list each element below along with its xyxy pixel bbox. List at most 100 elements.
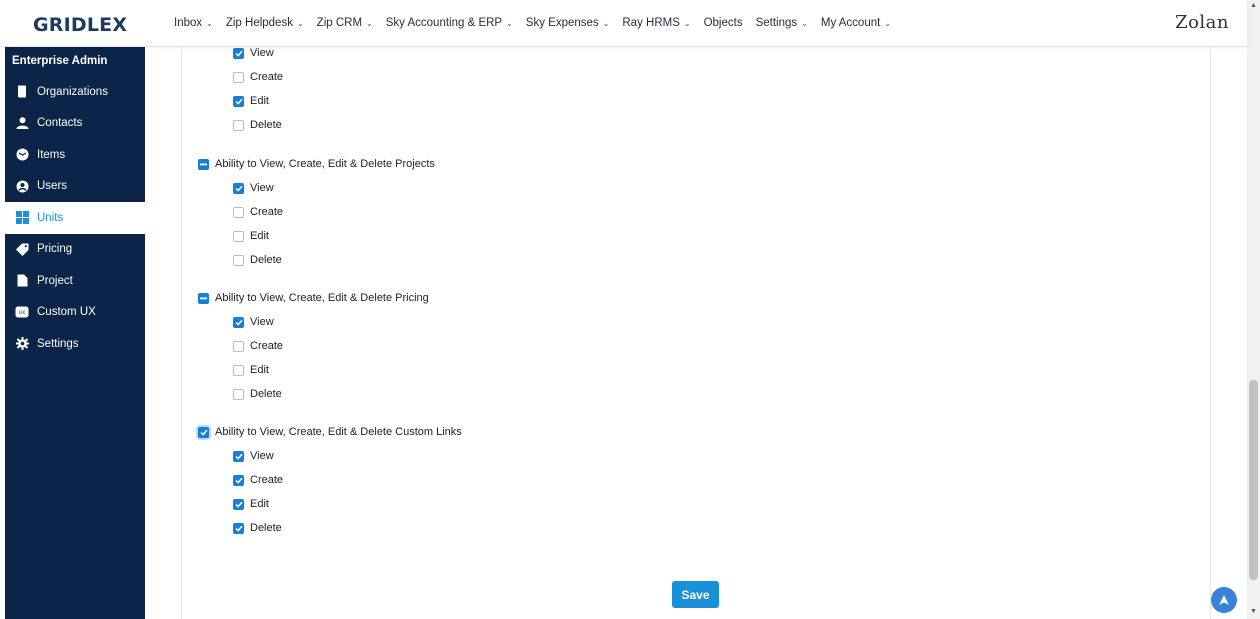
checkbox[interactable]: [233, 364, 244, 376]
sidebar-item-label: Pricing: [37, 243, 73, 256]
arrow-up-icon: [1219, 595, 1229, 605]
nav-item-settings[interactable]: Settings ⌄: [756, 17, 808, 29]
permission-edit[interactable]: Edit: [233, 230, 269, 242]
sidebar-item-pricing[interactable]: Pricing: [5, 234, 145, 266]
permission-edit[interactable]: Edit: [233, 364, 269, 376]
checkbox-label: View: [250, 316, 274, 328]
nav-item-ray-hrms[interactable]: Ray HRMS ⌄: [622, 17, 690, 29]
chevron-down-icon: ⌄: [801, 18, 808, 28]
nav-item-inbox[interactable]: Inbox ⌄: [174, 17, 213, 29]
permission-create[interactable]: Create: [233, 71, 283, 83]
checkbox-label: Create: [250, 71, 284, 83]
checkbox[interactable]: [233, 474, 244, 486]
checkbox-label: Ability to View, Create, Edit & Delete P…: [215, 292, 429, 304]
nav-item-sky-expenses[interactable]: Sky Expenses ⌄: [526, 17, 610, 29]
permission-group-ability-to-view-create-edit-delete-projects[interactable]: Ability to View, Create, Edit & Delete P…: [198, 158, 435, 170]
permission-edit[interactable]: Edit: [233, 95, 269, 107]
checkbox[interactable]: [233, 254, 244, 266]
checkbox[interactable]: [233, 450, 244, 462]
checkbox-label: Delete: [250, 388, 282, 400]
checkbox[interactable]: [198, 158, 209, 170]
checkbox-label: Ability to View, Create, Edit & Delete P…: [215, 158, 435, 170]
sidebar-item-users[interactable]: Users: [5, 171, 145, 203]
checkbox[interactable]: [233, 182, 244, 194]
permission-view[interactable]: View: [233, 182, 274, 194]
sidebar-item-contacts[interactable]: Contacts: [5, 108, 145, 140]
sidebar-item-units[interactable]: Units: [5, 202, 145, 234]
checkbox[interactable]: [233, 340, 244, 352]
checkbox-label: Edit: [250, 498, 269, 510]
permission-view[interactable]: View: [233, 316, 274, 328]
nav-item-label: Sky Expenses: [525, 17, 599, 29]
checkbox-label: Create: [250, 206, 284, 218]
gridlex-logo[interactable]: GRIDLEX: [33, 14, 127, 36]
checkbox-label: View: [250, 47, 274, 59]
nav-item-zip-crm[interactable]: Zip CRM ⌄: [317, 17, 373, 29]
chevron-down-icon: ⌄: [683, 18, 691, 28]
permission-delete[interactable]: Delete: [233, 388, 282, 400]
sidebar-item-organizations[interactable]: Organizations: [5, 76, 145, 108]
sidebar-item-items[interactable]: Items: [5, 139, 145, 171]
content-right-divider: [1210, 46, 1211, 619]
checkbox[interactable]: [233, 522, 244, 534]
brand-name: Zolan: [1175, 12, 1229, 33]
scroll-down-arrow-icon[interactable]: ▼: [1250, 608, 1257, 615]
permission-edit[interactable]: Edit: [233, 498, 269, 510]
chevron-down-icon: ⌄: [206, 18, 213, 28]
main-nav: Inbox ⌄ Zip Helpdesk ⌄ Zip CRM ⌄ Sky Accountin…: [174, 17, 904, 29]
nav-item-objects[interactable]: Objects: [704, 17, 743, 29]
permission-view[interactable]: View: [233, 450, 274, 462]
nav-item-label: Inbox: [174, 17, 203, 29]
tag-icon: [15, 242, 29, 256]
checkbox[interactable]: [233, 316, 244, 328]
permission-create[interactable]: Create: [233, 206, 283, 218]
grid-icon: [15, 211, 29, 225]
permission-group-ability-to-view-create-edit-delete-pricing[interactable]: Ability to View, Create, Edit & Delete P…: [198, 292, 429, 304]
sidebar-item-label: Project: [37, 274, 73, 287]
sidebar-item-label: Users: [37, 180, 68, 193]
chevron-down-icon: ⌄: [602, 18, 610, 28]
sidebar-item-label: Custom UX: [37, 306, 96, 319]
checkbox[interactable]: [233, 498, 244, 510]
permission-create[interactable]: Create: [233, 474, 283, 486]
checkbox[interactable]: [233, 95, 244, 107]
checkbox-label: Ability to View, Create, Edit & Delete C…: [215, 426, 462, 438]
checkbox[interactable]: [198, 426, 209, 438]
permission-delete[interactable]: Delete: [233, 254, 282, 266]
nav-item-sky-accounting-erp[interactable]: Sky Accounting & ERP ⌄: [386, 17, 513, 29]
chevron-down-icon: ⌄: [884, 18, 892, 28]
scrollbar-thumb[interactable]: [1249, 380, 1258, 580]
sidebar-item-label: Organizations: [37, 85, 108, 98]
checkbox[interactable]: [233, 71, 244, 83]
sidebar-item-project[interactable]: Project: [5, 265, 145, 297]
page-scrollbar[interactable]: ▲ ▼: [1247, 0, 1260, 619]
sidebar-item-custom-ux[interactable]: UX Custom UX: [5, 297, 145, 329]
permission-group-ability-to-view-create-edit-delete-custom-links[interactable]: Ability to View, Create, Edit & Delete C…: [198, 426, 462, 438]
nav-item-label: My Account: [820, 17, 881, 29]
save-button[interactable]: Save: [672, 581, 719, 608]
checkbox-label: Delete: [250, 254, 282, 266]
checkbox[interactable]: [198, 292, 209, 304]
permission-delete[interactable]: Delete: [233, 119, 282, 131]
sidebar-item-label: Units: [37, 211, 64, 224]
checkbox-label: View: [250, 450, 274, 462]
permission-delete[interactable]: Delete: [233, 522, 282, 534]
permission-create[interactable]: Create: [233, 340, 283, 352]
checkbox-label: Delete: [250, 522, 282, 534]
chevron-down-icon: ⌄: [506, 18, 513, 28]
nav-item-label: Ray HRMS: [622, 17, 680, 29]
permission-view[interactable]: View: [233, 47, 274, 59]
scroll-up-arrow-icon[interactable]: ▲: [1250, 2, 1257, 9]
checkbox[interactable]: [233, 230, 244, 242]
nav-item-zip-helpdesk[interactable]: Zip Helpdesk ⌄: [226, 17, 304, 29]
checkbox[interactable]: [233, 206, 244, 218]
checkbox[interactable]: [233, 47, 244, 59]
scroll-top-button[interactable]: [1211, 587, 1237, 613]
nav-item-label: Objects: [703, 17, 743, 29]
nav-item-my-account[interactable]: My Account ⌄: [821, 17, 891, 29]
nav-item-label: Settings: [755, 17, 798, 29]
checkbox[interactable]: [233, 388, 244, 400]
sidebar-item-settings[interactable]: Settings: [5, 328, 145, 360]
checkbox[interactable]: [233, 119, 244, 131]
ux-icon: UX: [15, 305, 29, 319]
